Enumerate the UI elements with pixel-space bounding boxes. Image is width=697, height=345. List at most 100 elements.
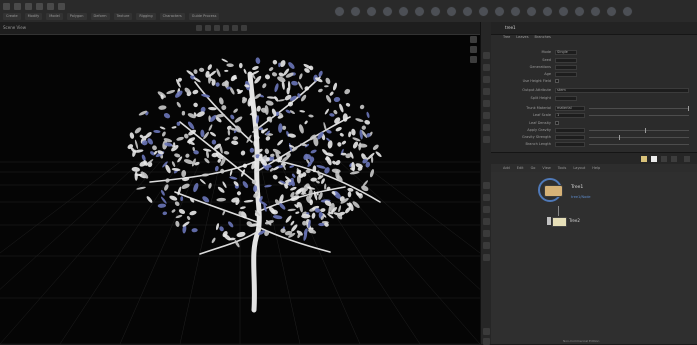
leaf-scale-slider[interactable]	[589, 114, 689, 116]
scene-viewport[interactable]: Scene View	[0, 22, 480, 344]
save-icon[interactable]	[14, 2, 21, 10]
menu-layout[interactable]: Layout	[573, 166, 585, 170]
shelf-tab-guide[interactable]: Guide Process	[188, 12, 220, 20]
branch-length-field[interactable]	[555, 141, 585, 147]
file-icon[interactable]	[3, 2, 10, 10]
more-icon[interactable]	[622, 5, 633, 17]
split-height-field[interactable]	[555, 95, 577, 101]
tool-pose-icon[interactable]	[483, 100, 490, 107]
vr-cam-icon[interactable]	[558, 5, 569, 17]
gamepad-icon[interactable]	[590, 5, 601, 17]
camera-icon[interactable]	[350, 5, 361, 17]
tool-group-icon[interactable]	[483, 194, 490, 201]
trunk-slider-knob[interactable]	[688, 105, 689, 111]
node-shape-icon[interactable]	[651, 156, 657, 162]
tool-options-icon[interactable]	[483, 328, 490, 335]
gravity-slider[interactable]	[589, 129, 689, 131]
leaf	[278, 123, 283, 133]
sun-icon[interactable]	[462, 5, 473, 17]
leaf	[268, 67, 274, 72]
env-light-icon[interactable]	[446, 5, 457, 17]
leaf	[193, 69, 198, 74]
leaf	[193, 182, 199, 193]
menu-edit[interactable]: Edit	[517, 166, 524, 170]
geo-node[interactable]	[544, 185, 563, 197]
shelf-tab-deform[interactable]: Deform	[90, 12, 110, 20]
shelf-tab-texture[interactable]: Texture	[113, 12, 133, 20]
tool-move-icon[interactable]	[483, 64, 490, 71]
menu-go[interactable]: Go	[531, 166, 536, 170]
node-path[interactable]: tree1	[505, 25, 516, 30]
tool-select-icon[interactable]	[483, 52, 490, 59]
menu-view[interactable]: View	[542, 166, 550, 170]
menu-help[interactable]: Help	[592, 166, 600, 170]
age-field[interactable]	[555, 71, 577, 77]
output-attribute-field[interactable]	[555, 87, 689, 93]
tree-node[interactable]	[552, 217, 567, 227]
undo-icon[interactable]	[25, 2, 32, 10]
tool-view-icon[interactable]	[483, 124, 490, 131]
shelf-tab-polygon[interactable]: Polygon	[66, 12, 87, 20]
network-info-icon[interactable]	[671, 156, 677, 162]
light-icon[interactable]	[366, 5, 377, 17]
menu-tools[interactable]: Tools	[558, 166, 567, 170]
tool-snap-icon[interactable]	[483, 136, 490, 143]
sky-light-icon[interactable]	[430, 5, 441, 17]
spot-light-icon[interactable]	[398, 5, 409, 17]
render-icon[interactable]	[334, 5, 345, 17]
leaf	[226, 63, 234, 68]
tool-brush-icon[interactable]	[483, 112, 490, 119]
tab-branches[interactable]: Branches	[535, 35, 551, 43]
desktop-icon[interactable]	[47, 2, 54, 10]
apply-gravity-field[interactable]	[555, 127, 585, 133]
redo-icon[interactable]	[36, 2, 43, 10]
leaf-scale-field[interactable]	[555, 112, 585, 118]
network-editor[interactable]: Tree1 tree1/Node Tree2 Non-Commercial Ed…	[491, 172, 697, 344]
generations-field[interactable]	[555, 64, 577, 70]
tool-rotate-icon[interactable]	[483, 76, 490, 83]
leaf	[367, 152, 375, 160]
ambient-icon[interactable]	[494, 5, 505, 17]
node-color-icon[interactable]	[641, 156, 647, 162]
layout-icon[interactable]	[58, 2, 65, 10]
menu-add[interactable]: Add	[503, 166, 510, 170]
tool-fork-icon[interactable]	[483, 218, 490, 225]
height-field-checkbox[interactable]	[555, 79, 559, 83]
gravity-strength-field[interactable]	[555, 134, 585, 140]
shelf-tab-characters[interactable]: Characters	[159, 12, 185, 20]
seed-field[interactable]	[555, 57, 577, 63]
trunk-slider[interactable]	[589, 107, 689, 109]
branch-length-slider[interactable]	[589, 143, 689, 145]
tab-leaves[interactable]: Leaves	[516, 35, 528, 43]
tool-link-icon[interactable]	[483, 206, 490, 213]
shelf-tab-model[interactable]: Model	[46, 12, 63, 20]
tool-scale-icon[interactable]	[483, 88, 490, 95]
shelf-tab-rigging[interactable]: Rigging	[136, 12, 156, 20]
tree-model[interactable]	[127, 57, 383, 313]
gravity-strength-slider[interactable]	[589, 136, 689, 138]
portal-icon[interactable]	[478, 5, 489, 17]
shelf-tab-create[interactable]: Create	[3, 12, 21, 20]
tool-camera-icon[interactable]	[483, 230, 490, 237]
tab-tree[interactable]: Tree	[503, 35, 510, 43]
gravity-slider-knob[interactable]	[645, 127, 646, 133]
area-light-icon[interactable]	[414, 5, 425, 17]
null-icon[interactable]	[606, 5, 617, 17]
geo-node-name: Tree1	[571, 185, 584, 190]
network-grid-icon[interactable]	[661, 156, 667, 162]
geo-light-icon[interactable]	[526, 5, 537, 17]
tool-render-icon[interactable]	[483, 242, 490, 249]
shelf-tab-modify[interactable]: Modify	[24, 12, 43, 20]
tool-handle-icon[interactable]	[483, 182, 490, 189]
point-light-icon[interactable]	[382, 5, 393, 17]
gravity-strength-knob[interactable]	[619, 134, 620, 140]
network-help-icon[interactable]	[684, 156, 690, 162]
switcher-icon[interactable]	[574, 5, 585, 17]
volume-icon[interactable]	[510, 5, 521, 17]
leaf	[192, 89, 199, 95]
node-bypass-flag[interactable]	[547, 217, 551, 225]
tool-grid-icon[interactable]	[483, 254, 490, 261]
stereo-cam-icon[interactable]	[542, 5, 553, 17]
leaf-density-checkbox[interactable]	[555, 121, 559, 125]
leaf	[237, 191, 241, 196]
